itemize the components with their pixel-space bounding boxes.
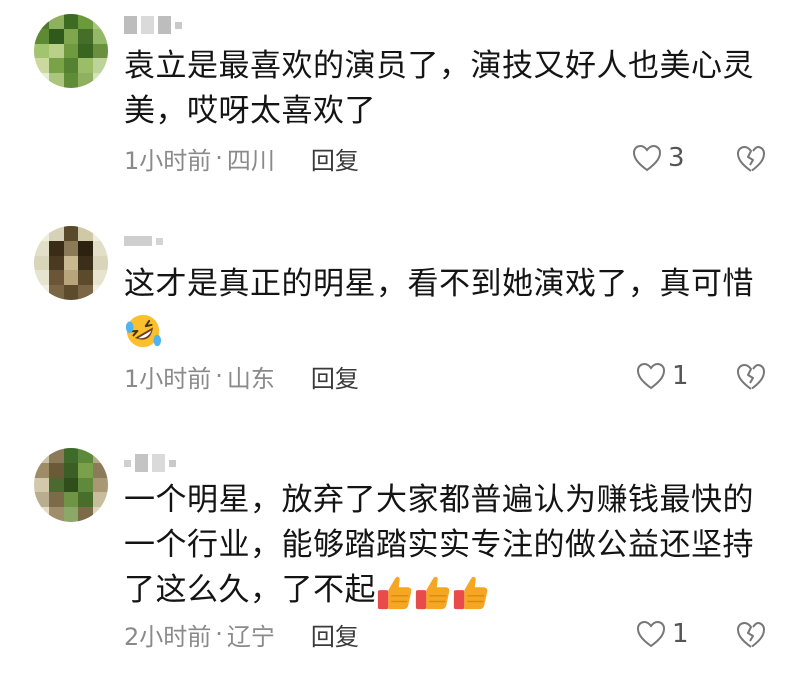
comment-time: 2小时前 [124,622,212,651]
comment-text: 这才是真正的明星，看不到她演戏了，真可惜 [124,262,784,352]
comment-text-line: 袁立是最喜欢的演员了，演技又好人也美心灵 [124,48,754,84]
heart-outline-icon [632,144,662,172]
comment-text-line: 一个明星，放弃了大家都普遍认为赚钱最快的 [124,482,754,518]
comment-location: 四川 [226,146,275,175]
like-button[interactable]: 3 [632,141,685,175]
comment-text-line: 了这么久，了不起 [124,568,784,613]
avatar[interactable] [34,226,108,300]
heart-outline-icon [636,362,666,390]
comment-meta: 2小时前 · 辽宁 回复 [124,617,359,651]
reply-button[interactable]: 回复 [311,141,359,176]
like-button[interactable]: 1 [636,617,689,651]
username[interactable] [124,14,182,36]
comment-text: 袁立是最喜欢的演员了，演技又好人也美心灵 美，哎呀太喜欢了 [124,44,784,134]
avatar[interactable] [34,14,108,88]
thumbs-up-icon [453,576,488,609]
meta-separator: · [215,620,223,648]
username[interactable] [124,230,163,252]
like-count: 3 [668,143,685,173]
comment-text: 一个明星，放弃了大家都普遍认为赚钱最快的 一个行业，能够踏踏实实专注的做公益还坚… [124,478,784,613]
comment-location: 辽宁 [226,622,275,651]
like-count: 1 [672,619,689,649]
comment-text-line: 美，哎呀太喜欢了 [124,93,376,129]
comment-location: 山东 [226,364,275,393]
comment-section: { "comments": [ { "text_lines": ["袁立是最喜欢… [0,0,800,673]
comment-meta: 1小时前 · 四川 回复 [124,141,359,175]
avatar[interactable] [34,448,108,522]
username[interactable] [124,452,176,474]
thumbs-up-icon [415,576,450,609]
rolling-on-floor-laughing-icon [125,314,162,347]
comment-emoji-line [124,307,784,352]
comment-time: 1小时前 [124,364,212,393]
like-count: 1 [672,361,689,391]
comment-text-line: 这才是真正的明星，看不到她演戏了，真可惜 [124,266,754,302]
meta-separator: · [215,144,223,172]
comment-meta: 1小时前 · 山东 回复 [124,359,359,393]
like-button[interactable]: 1 [636,359,689,393]
broken-heart-icon[interactable] [736,144,766,174]
broken-heart-icon[interactable] [736,620,766,650]
heart-outline-icon [636,620,666,648]
comment-time: 1小时前 [124,146,212,175]
reply-button[interactable]: 回复 [311,359,359,394]
reply-button[interactable]: 回复 [311,617,359,652]
comment-text-line: 一个行业，能够踏踏实实专注的做公益还坚持 [124,527,754,563]
meta-separator: · [215,362,223,390]
comment-text-segment: 了这么久，了不起 [124,572,376,608]
thumbs-up-icon [377,576,412,609]
broken-heart-icon[interactable] [736,362,766,392]
